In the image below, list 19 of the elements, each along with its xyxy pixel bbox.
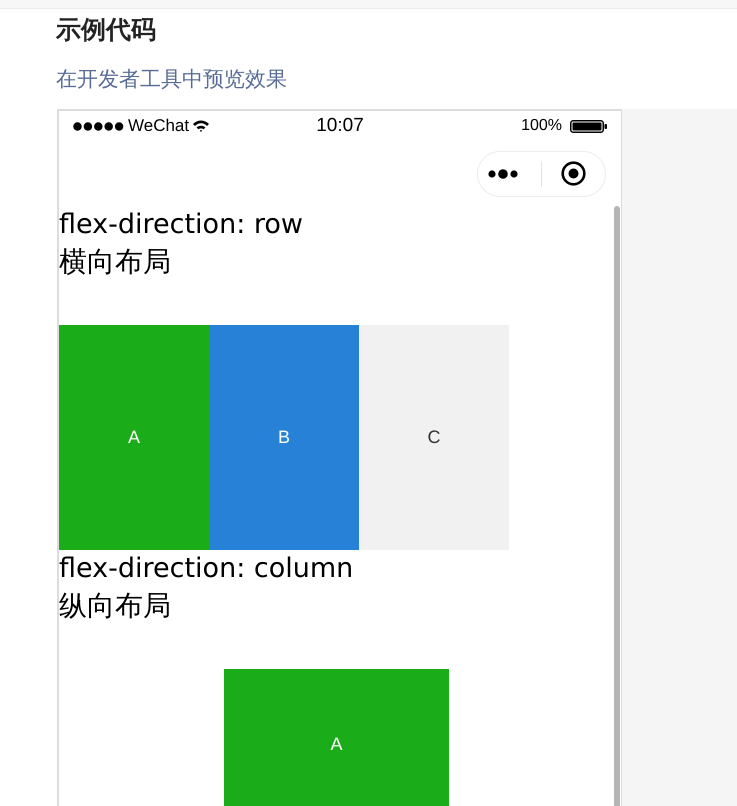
battery-icon (570, 120, 607, 132)
wifi-icon (193, 120, 210, 132)
section-subtitle: 横向布局 (59, 245, 171, 279)
flex-item: A (224, 669, 449, 806)
section-title: flex-direction: row (59, 208, 303, 242)
carrier-name: WeChat (128, 116, 190, 136)
section-subtitle: 纵向布局 (59, 589, 171, 623)
flex-item: C (359, 325, 509, 550)
scrollbar[interactable] (614, 206, 620, 806)
signal-dots-icon (73, 122, 124, 130)
section-title: flex-direction: column (59, 552, 354, 586)
status-time: 10:07 (316, 115, 364, 137)
battery-percent: 100% (521, 116, 562, 136)
preview-link[interactable]: 在开发者工具中预览效果 (56, 66, 287, 94)
more-icon[interactable] (488, 168, 518, 178)
flex-item: B (209, 325, 359, 550)
section-heading: 示例代码 (56, 15, 156, 46)
target-icon[interactable] (561, 161, 586, 186)
flex-item: A (59, 325, 209, 550)
